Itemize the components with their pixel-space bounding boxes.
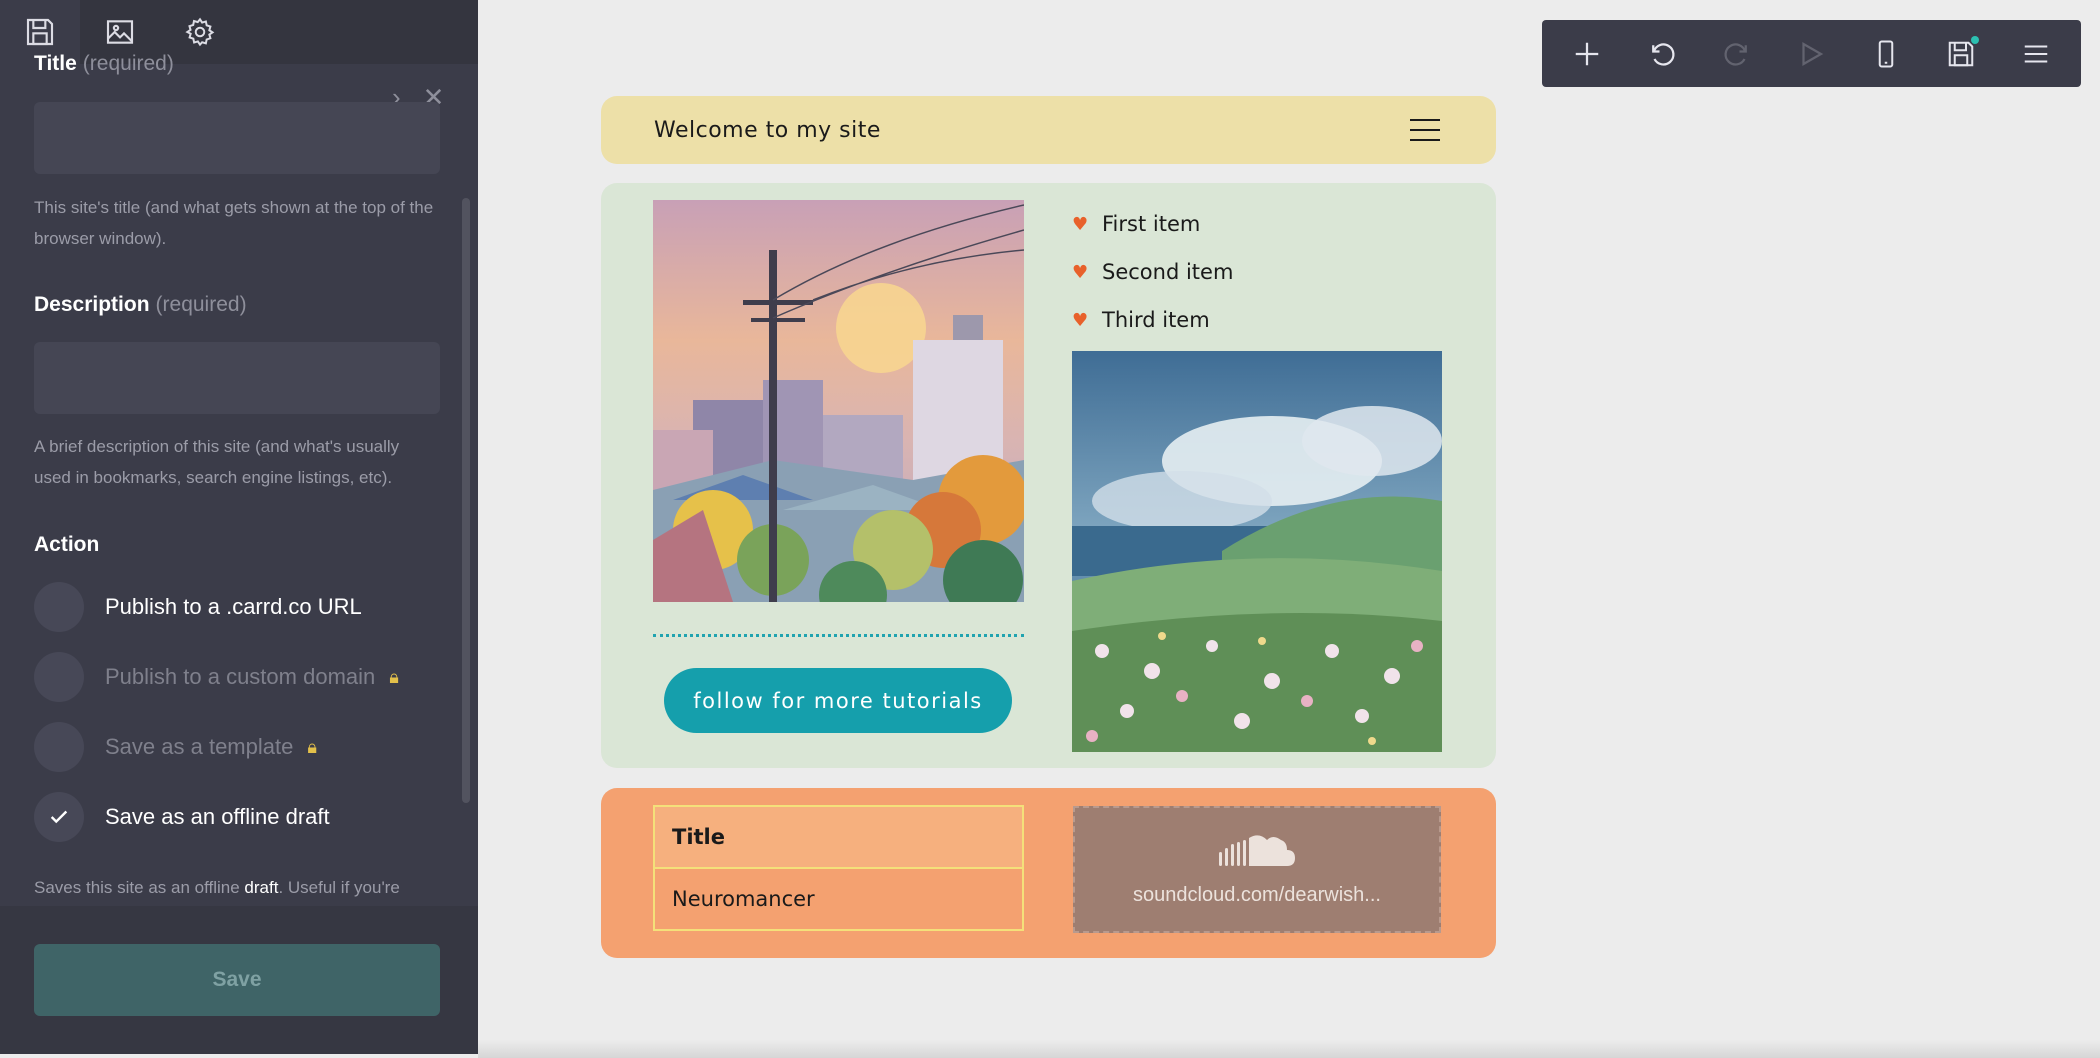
preview-button[interactable] [1787,30,1835,78]
option-publish-custom-domain[interactable]: Publish to a custom domain 🔒︎ [34,652,399,702]
description-help: A brief description of this site (and wh… [34,437,400,487]
meadow-illustration [1072,351,1442,752]
save-toolbar-button[interactable] [1937,30,1985,78]
list-item: ♥ Third item [1072,308,1210,332]
site-title[interactable]: Welcome to my site [654,118,881,143]
table-header-row: Title [653,805,1024,869]
dotted-divider [653,634,1024,637]
heart-icon: ♥ [1072,309,1089,331]
option-publish-carrd[interactable]: Publish to a .carrd.co URL [34,582,362,632]
soundcloud-url: soundcloud.com/dearwish... [1133,884,1381,906]
app-root: › ✕ Title (required) This site's title (a… [0,0,2100,1058]
check-icon [50,810,68,824]
radio-button-checked[interactable] [34,792,84,842]
bullet-list[interactable]: ♥ First item ♥ Second item ♥ Third item [1072,200,1233,344]
option-save-template[interactable]: Save as a template 🔒︎ [34,722,317,772]
redo-icon [1724,42,1747,66]
table-header-cell: Title [653,805,1024,869]
option-label: Publish to a .carrd.co URL [105,594,362,619]
image-icon [106,20,134,44]
draft-help: Saves this site as an offline draft. Use… [34,878,400,897]
list-item: ♥ Second item [1072,260,1234,284]
editor-toolbar [1542,20,2081,87]
unsaved-indicator [1970,35,1979,44]
mobile-view-button[interactable] [1862,30,1910,78]
hamburger-icon[interactable] [1410,119,1440,141]
soundcloud-embed[interactable]: soundcloud.com/dearwish... [1073,806,1441,933]
lock-icon: 🔒︎ [389,666,399,687]
mobile-icon [1878,40,1894,67]
canvas-bottom-edge [478,1040,2100,1058]
action-label: Action [34,533,100,556]
required-tag: (required) [155,293,247,316]
sunset-illustration [653,200,1024,602]
publish-sidebar: › ✕ Title (required) This site's title (a… [0,0,478,1054]
menu-icon [2024,45,2047,62]
save-button[interactable]: Save [34,944,440,1016]
list-item: ♥ First item [1072,212,1201,236]
lock-icon: 🔒︎ [307,736,317,757]
title-help: This site's title (and what gets shown a… [34,198,434,248]
option-label: Save as a template 🔒︎ [105,734,317,759]
title-label: Title (required) [34,52,174,75]
option-offline-draft[interactable]: Save as an offline draft [34,792,330,842]
add-button[interactable] [1563,30,1611,78]
option-label: Publish to a custom domain 🔒︎ [105,664,399,689]
soundcloud-icon [1219,835,1295,866]
undo-button[interactable] [1638,30,1686,78]
heart-icon: ♥ [1072,261,1089,283]
table-row: Neuromancer [653,867,1024,931]
gear-icon [185,17,215,47]
redo-button[interactable] [1713,30,1761,78]
sunset-city-image[interactable] [653,200,1024,602]
description-input[interactable] [34,342,440,414]
undo-icon [1652,42,1675,66]
description-label: Description (required) [34,293,247,316]
follow-button[interactable]: follow for more tutorials [664,668,1012,733]
radio-button[interactable] [34,652,84,702]
radio-button[interactable] [34,582,84,632]
meadow-image[interactable] [1072,351,1442,752]
save-icon [26,18,54,46]
info-table[interactable]: Title Neuromancer [653,805,1024,931]
menu-button[interactable] [2012,30,2060,78]
play-icon [1802,41,1824,66]
site-header[interactable]: Welcome to my site [601,96,1496,164]
title-input[interactable] [34,102,440,174]
table-cell: Neuromancer [653,867,1024,931]
option-label: Save as an offline draft [105,804,330,829]
sidebar-scrollbar[interactable] [462,198,470,803]
required-tag: (required) [82,52,174,75]
add-icon [1576,42,1599,65]
radio-button[interactable] [34,722,84,772]
heart-icon: ♥ [1072,213,1089,235]
